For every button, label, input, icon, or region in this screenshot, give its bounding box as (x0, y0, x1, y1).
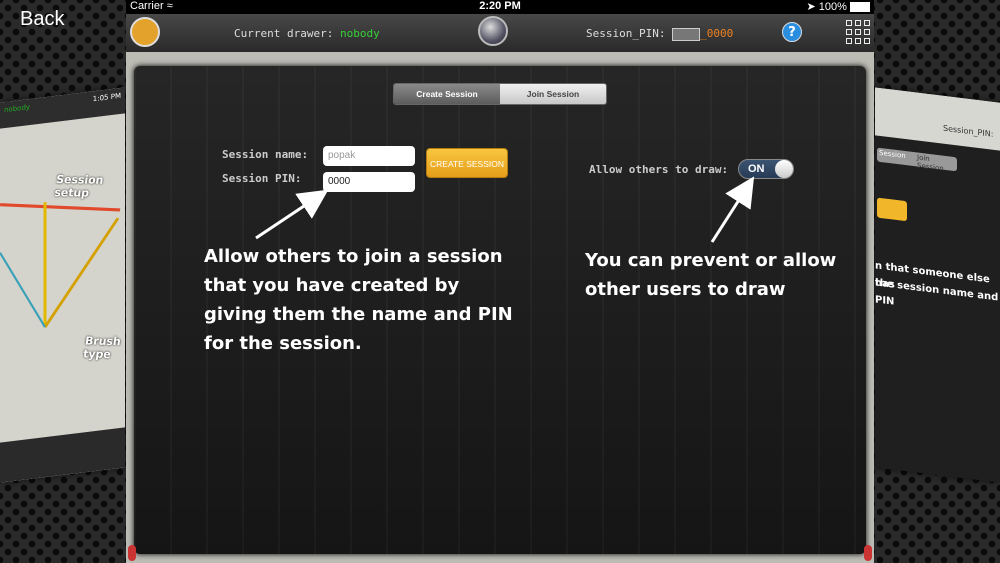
preview-tab-left: Session (879, 148, 906, 161)
session-pin-label: Session_PIN: (586, 27, 666, 40)
session-name-label: Session name: (222, 148, 309, 161)
preview-session-pin-label: Session_PIN: (943, 123, 994, 139)
preview-drawer-value: nobody (4, 102, 31, 115)
preview-toolbar-right: Session_PIN: (875, 87, 1000, 151)
dock-left-indicator (128, 545, 136, 561)
battery-icon (850, 2, 870, 13)
previous-page-preview[interactable]: nobody 1:05 PM Session setup Brush type (0, 87, 125, 483)
session-pin-box (672, 27, 701, 41)
help-icon[interactable]: ? (782, 22, 802, 42)
tab-create-session[interactable]: Create Session (394, 84, 500, 104)
annotation-join-help: Allow others to join a session that you … (204, 242, 513, 358)
annotation-draw-line-1: You can prevent or allow (585, 250, 837, 271)
preview-time: 1:05 PM (92, 91, 121, 104)
status-bar: Carrier ≈ 2:20 PM ➤ 100% (126, 0, 874, 14)
allow-draw-label: Allow others to draw: (589, 163, 729, 176)
annotation-join-line-3: giving them the name and PIN (204, 304, 513, 325)
create-session-button[interactable]: CREATE SESSION (426, 148, 508, 178)
dock-right-indicator (864, 545, 872, 561)
location-icon: ➤ (806, 1, 816, 13)
session-pin-value: _0000 (700, 27, 734, 40)
tab-join-session[interactable]: Join Session (500, 84, 606, 104)
preview-create-button (877, 197, 907, 222)
annotation-draw-line-2: other users to draw (585, 279, 786, 300)
globe-icon[interactable] (478, 16, 508, 46)
arrow-to-pin-field (255, 189, 329, 240)
folder-icon[interactable] (130, 17, 160, 47)
app-screen: Carrier ≈ 2:20 PM ➤ 100% Current drawer:… (126, 0, 874, 563)
grid-menu-icon[interactable] (846, 20, 870, 44)
back-button[interactable]: Back (20, 8, 64, 31)
session-pin-display: Session_PIN: _0000 (586, 27, 733, 41)
session-tabs: Create Session Join Session (393, 83, 607, 105)
battery-percent: 100% (818, 1, 847, 13)
session-panel: Create Session Join Session Session name… (134, 66, 866, 554)
top-toolbar: Current drawer: nobody Session_PIN: _000… (126, 14, 874, 52)
arrow-to-toggle (710, 176, 755, 243)
allow-draw-toggle-label: ON (748, 163, 765, 175)
allow-draw-toggle[interactable]: ON (738, 159, 794, 179)
preview-annotation-session-setup: Session setup (53, 172, 105, 200)
next-page-preview[interactable]: Session_PIN: Session Join Session n that… (875, 87, 1000, 483)
session-pin-field-label: Session PIN: (222, 172, 302, 185)
preview-tab-right: Join Session (917, 153, 944, 173)
annotation-draw-help: You can prevent or allow other users to … (585, 246, 836, 304)
battery-status: ➤ 100% (807, 0, 870, 13)
toggle-knob (775, 160, 793, 178)
preview-annotation-brush-type: Brush type (82, 334, 122, 362)
current-drawer: Current drawer: nobody (234, 27, 380, 40)
session-pin-input[interactable]: 0000 (323, 172, 415, 192)
annotation-join-line-2: that you have created by (204, 275, 460, 296)
session-name-input[interactable]: popak (323, 146, 415, 166)
preview-toolbar: nobody 1:05 PM (0, 87, 125, 129)
status-time: 2:20 PM (479, 0, 521, 12)
annotation-join-line-4: for the session. (204, 333, 362, 354)
annotation-join-line-1: Allow others to join a session (204, 246, 503, 267)
preview-tabs: Session Join Session (877, 147, 957, 173)
current-drawer-label: Current drawer: (234, 27, 334, 40)
current-drawer-value: nobody (339, 27, 380, 40)
